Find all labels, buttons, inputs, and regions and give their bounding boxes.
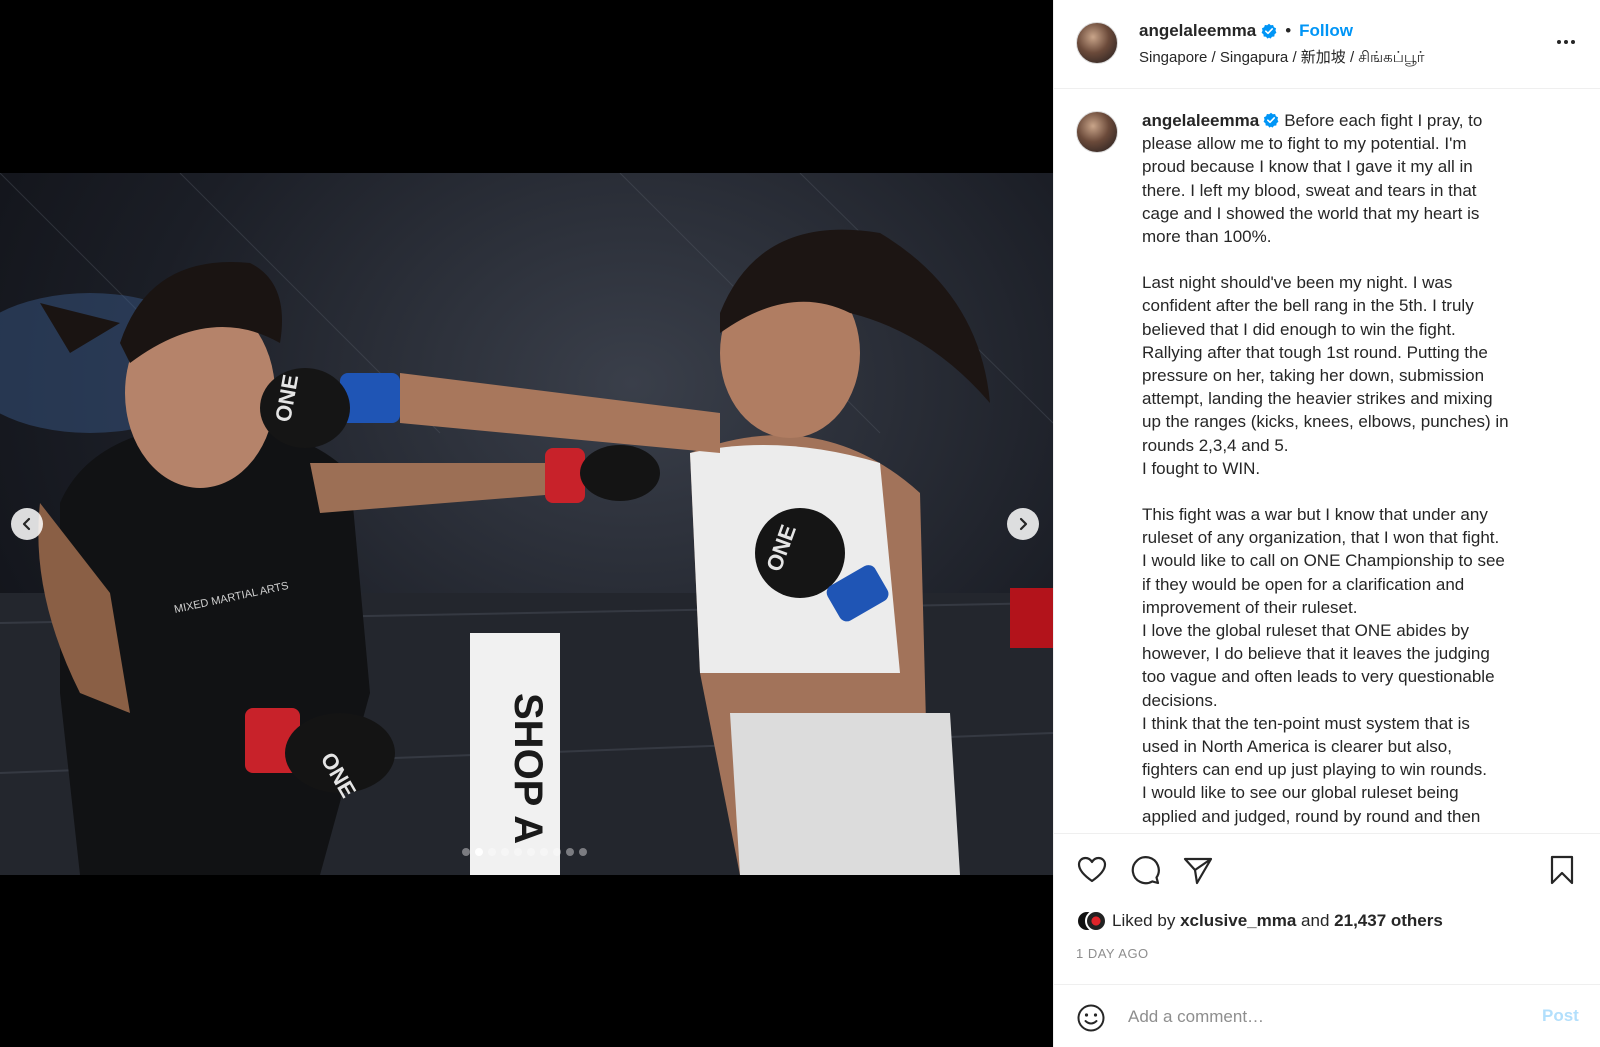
carousel-dot[interactable] [462, 848, 470, 856]
verified-badge-icon [1261, 23, 1277, 39]
caption-paragraph: This fight was a war but I know that und… [1142, 503, 1582, 828]
chevron-right-icon [1019, 517, 1028, 531]
caption-paragraph: angelaleemma Before each fight I pray, to… [1142, 109, 1582, 248]
caption-line: up the ranges (kicks, knees, elbows, pun… [1142, 412, 1509, 432]
bookmark-icon[interactable] [1546, 854, 1578, 886]
caption-line: if they would be open for a clarificatio… [1142, 574, 1465, 594]
caption-line: Last night should've been my night. I wa… [1142, 273, 1453, 293]
caption-line: applied and judged, round by round and t… [1142, 806, 1481, 826]
separator-dot: • [1285, 21, 1292, 40]
verified-badge-icon [1263, 112, 1279, 128]
post-comment-button[interactable]: Post [1542, 1006, 1579, 1026]
username-link[interactable]: angelaleemma [1139, 21, 1256, 41]
caption-line: I would like to see our global ruleset b… [1142, 783, 1459, 803]
caption-line: I think that the ten-point must system t… [1142, 713, 1470, 733]
carousel-dot[interactable] [501, 848, 509, 856]
previous-photo-button[interactable] [11, 508, 43, 540]
likes-conjunction: and [1301, 911, 1330, 930]
caption-line: improvement of their ruleset. [1142, 597, 1358, 617]
caption-line: I love the global ruleset that ONE abide… [1142, 621, 1469, 641]
caption-line: I fought to WIN. [1142, 458, 1261, 478]
location-link[interactable]: Singapore / Singapura / 新加坡 / சிங்கப்பூர… [1139, 46, 1424, 68]
share-icon[interactable] [1182, 854, 1214, 886]
comment-input[interactable] [1128, 1001, 1508, 1033]
caption: angelaleemma Before each fight I pray, to… [1142, 109, 1582, 828]
header-user-row: angelaleemma • Follow [1139, 20, 1353, 42]
carousel-dot[interactable] [475, 848, 483, 856]
caption-line: please allow me to fight to my potential… [1142, 134, 1467, 154]
caption-line: This fight was a war but I know that und… [1142, 505, 1488, 525]
next-photo-button[interactable] [1007, 508, 1039, 540]
caption-line: fighters can end up just playing to win … [1142, 760, 1487, 780]
caption-line: confident after the bell rang in the 5th… [1142, 296, 1474, 316]
caption-line: rounds 2,3,4 and 5. [1142, 435, 1289, 455]
caption-line: pressure on her, taking her down, submis… [1142, 366, 1485, 386]
caption-line: angelaleemma Before each fight I pray, to [1142, 109, 1582, 132]
chevron-left-icon [22, 517, 31, 531]
fight-scene-illustration: SHOP A MIXED MARTIAL ARTS ONE ONE ONE [0, 173, 1053, 875]
avatar[interactable] [1076, 22, 1118, 64]
more-options-icon[interactable] [1557, 32, 1583, 52]
post-photo: SHOP A MIXED MARTIAL ARTS ONE ONE ONE [0, 173, 1053, 875]
likes-summary: Liked by xclusive_mma and 21,437 others [1076, 908, 1443, 934]
likes-others-link[interactable]: 21,437 others [1334, 911, 1443, 931]
heart-icon[interactable] [1076, 854, 1108, 886]
banner-text: SHOP A [506, 693, 550, 844]
carousel-dot[interactable] [527, 848, 535, 856]
follow-button[interactable]: Follow [1299, 21, 1353, 41]
comment-bar: Post [1054, 984, 1600, 1047]
carousel-indicator [462, 848, 587, 856]
media-viewer: SHOP A MIXED MARTIAL ARTS ONE ONE ONE [0, 0, 1053, 1047]
carousel-dot[interactable] [540, 848, 548, 856]
carousel-dot[interactable] [488, 848, 496, 856]
caption-line: decisions. [1142, 690, 1218, 710]
likes-prefix: Liked by [1112, 911, 1176, 930]
liker-username[interactable]: xclusive_mma [1180, 911, 1296, 931]
caption-username-link[interactable]: angelaleemma [1142, 111, 1259, 130]
caption-line: however, I do believe that it leaves the… [1142, 644, 1490, 664]
post-timestamp[interactable]: 1 DAY AGO [1076, 946, 1149, 961]
caption-scroll-area[interactable]: angelaleemma Before each fight I pray, to… [1054, 89, 1600, 833]
comment-icon[interactable] [1129, 854, 1161, 886]
caption-line: more than 100%. [1142, 227, 1272, 247]
post-header: angelaleemma • Follow Singapore / Singap… [1054, 0, 1600, 89]
caption-line: there. I left my blood, sweat and tears … [1142, 180, 1477, 200]
caption-line: believed that I did enough to win the fi… [1142, 319, 1456, 339]
caption-line: too vague and often leads to very questi… [1142, 667, 1495, 687]
post-actions: Liked by xclusive_mma and 21,437 others … [1054, 833, 1600, 1047]
carousel-dot[interactable] [553, 848, 561, 856]
carousel-dot[interactable] [514, 848, 522, 856]
carousel-dot[interactable] [579, 848, 587, 856]
caption-line: used in North America is clearer but als… [1142, 737, 1452, 757]
emoji-icon[interactable] [1076, 1003, 1106, 1033]
caption-line: proud because I know that I gave it my a… [1142, 157, 1473, 177]
liker-avatars[interactable] [1076, 908, 1107, 934]
caption-line: attempt, landing the heavier strikes and… [1142, 389, 1493, 409]
caption-paragraph: Last night should've been my night. I wa… [1142, 271, 1582, 480]
caption-avatar[interactable] [1076, 111, 1118, 153]
caption-line: ruleset of any organization, that I won … [1142, 528, 1500, 548]
caption-line-text: Before each fight I pray, to [1284, 111, 1483, 130]
caption-line: Rallying after that tough 1st round. Put… [1142, 342, 1488, 362]
carousel-dot[interactable] [566, 848, 574, 856]
caption-line: cage and I showed the world that my hear… [1142, 203, 1480, 223]
post-side-panel: angelaleemma • Follow Singapore / Singap… [1053, 0, 1600, 1047]
caption-line: I would like to call on ONE Championship… [1142, 551, 1505, 571]
